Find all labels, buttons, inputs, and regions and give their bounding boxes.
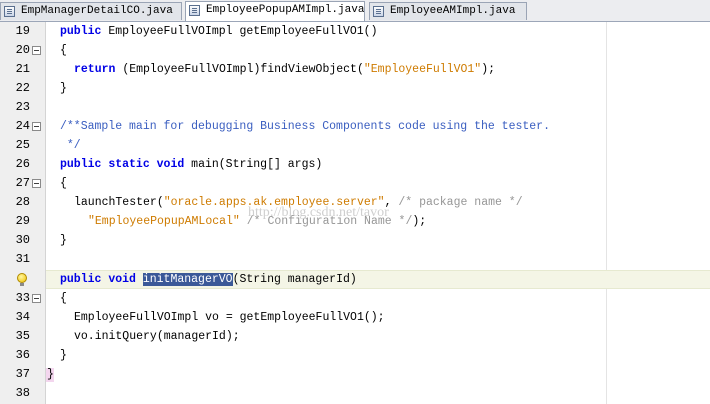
tab-employeepopupamimpl[interactable]: EmployeePopupAMImpl.java	[185, 1, 365, 21]
editor-tab-bar: EmpManagerDetailCO.java EmployeePopupAMI…	[0, 0, 710, 22]
tab-label: EmpManagerDetailCO.java	[21, 5, 173, 17]
line-number: 25	[15, 138, 30, 152]
code-token: );	[481, 63, 496, 76]
string-literal: "EmployeePopupAMLocal"	[88, 215, 240, 228]
watermark: http://blog.csdn.net/tavor	[248, 205, 389, 220]
java-file-icon	[4, 6, 15, 17]
code-line: 36 }	[0, 346, 710, 365]
code-line: 33 {	[0, 289, 710, 308]
code-text: {	[60, 177, 67, 190]
line-number: 38	[15, 386, 30, 400]
code-line: 24 /**Sample main for debugging Business…	[0, 117, 710, 136]
line-number: 20	[15, 43, 30, 57]
code-token: main(String[] args)	[184, 158, 323, 171]
fold-collapse-icon[interactable]	[32, 122, 41, 131]
code-text: public void initManagerVO(String manager…	[60, 270, 357, 289]
code-line: 20 {	[0, 41, 710, 60]
java-file-icon	[189, 5, 200, 16]
line-number: 34	[15, 310, 30, 324]
fold-collapse-icon[interactable]	[32, 46, 41, 55]
code-token: launchTester(	[74, 196, 164, 209]
code-line-current: public void initManagerVO(String manager…	[0, 270, 710, 289]
code-text: {	[60, 292, 67, 305]
line-number: 27	[15, 176, 30, 190]
line-number: 26	[15, 157, 30, 171]
code-text: public static void main(String[] args)	[60, 155, 322, 174]
line-number: 19	[15, 24, 30, 38]
code-line: 22 }	[0, 79, 710, 98]
code-token: (EmployeeFullVOImpl)findViewObject(	[115, 63, 364, 76]
line-number: 23	[15, 100, 30, 114]
code-text: {	[60, 44, 67, 57]
keyword: void	[108, 273, 136, 286]
code-text: vo.initQuery(managerId);	[74, 330, 240, 343]
inline-comment: /* package name */	[398, 196, 523, 209]
keyword: public	[60, 158, 102, 171]
code-text: }	[47, 368, 54, 381]
tab-empmanagerdetailco[interactable]: EmpManagerDetailCO.java	[0, 2, 182, 20]
code-text: }	[60, 82, 67, 95]
javadoc-comment: */	[60, 139, 81, 152]
line-number: 35	[15, 329, 30, 343]
code-line: 37 }	[0, 365, 710, 384]
code-text: return (EmployeeFullVOImpl)findViewObjec…	[74, 60, 495, 79]
code-token: );	[412, 215, 427, 228]
code-line: 19 public EmployeeFullVOImpl getEmployee…	[0, 22, 710, 41]
code-line: 34 EmployeeFullVOImpl vo = getEmployeeFu…	[0, 308, 710, 327]
line-number: 21	[15, 62, 30, 76]
code-line: 38	[0, 384, 710, 403]
code-line: 26 public static void main(String[] args…	[0, 155, 710, 174]
javadoc-comment: /**Sample main for debugging Business Co…	[60, 120, 550, 133]
line-number: 24	[15, 119, 30, 133]
code-token: EmployeeFullVOImpl getEmployeeFullVO1()	[101, 25, 378, 38]
line-number: 36	[15, 348, 30, 362]
java-file-icon	[373, 6, 384, 17]
code-token: (String managerId)	[232, 273, 357, 286]
keyword: public	[60, 25, 102, 38]
fold-collapse-icon[interactable]	[32, 179, 41, 188]
code-line: 21 return (EmployeeFullVOImpl)findViewOb…	[0, 60, 710, 79]
code-line: 23	[0, 98, 710, 117]
fold-collapse-icon[interactable]	[32, 294, 41, 303]
line-number: 29	[15, 214, 30, 228]
tab-employeeamimpl[interactable]: EmployeeAMImpl.java	[369, 2, 527, 20]
string-literal: "EmployeeFullVO1"	[363, 63, 482, 76]
line-number: 30	[15, 233, 30, 247]
line-number: 22	[15, 81, 30, 95]
selected-text[interactable]: initManagerVO	[142, 273, 233, 286]
code-text: }	[60, 234, 67, 247]
code-line: 27 {	[0, 174, 710, 193]
keyword: return	[74, 63, 116, 76]
keyword: public	[60, 273, 102, 286]
keyword: void	[156, 158, 185, 171]
line-number: 33	[15, 291, 30, 305]
code-line: 25 */	[0, 136, 710, 155]
lightbulb-hint-icon[interactable]	[17, 273, 27, 286]
code-line: 31	[0, 250, 710, 269]
code-line: 30 }	[0, 231, 710, 250]
code-editor[interactable]: 19 public EmployeeFullVOImpl getEmployee…	[0, 22, 710, 404]
code-text: public EmployeeFullVOImpl getEmployeeFul…	[60, 22, 377, 41]
line-number: 37	[15, 367, 30, 381]
line-number: 28	[15, 195, 30, 209]
code-line: 35 vo.initQuery(managerId);	[0, 327, 710, 346]
code-text: EmployeeFullVOImpl vo = getEmployeeFullV…	[74, 311, 385, 324]
keyword: static	[108, 158, 150, 171]
tab-label: EmployeePopupAMImpl.java	[206, 4, 365, 16]
line-number: 31	[15, 252, 30, 266]
tab-label: EmployeeAMImpl.java	[390, 5, 516, 17]
code-text: }	[60, 349, 67, 362]
